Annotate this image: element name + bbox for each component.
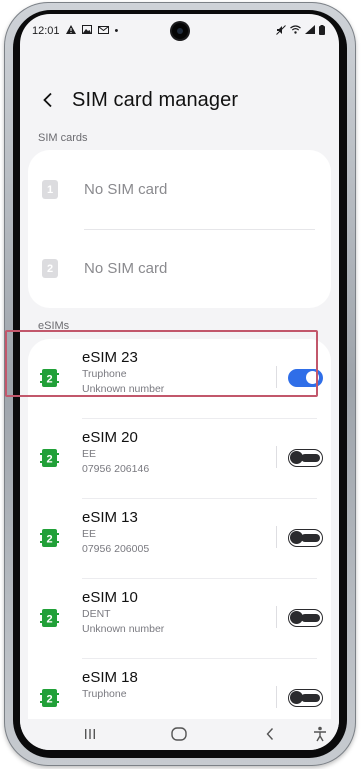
esim-row-23[interactable]: 2 eSIM 23 Truphone Unknown number xyxy=(28,339,331,418)
svg-text:2: 2 xyxy=(46,454,52,466)
esim-chip-icon: 2 xyxy=(40,529,59,547)
toggle-track xyxy=(301,614,320,622)
esim-text: eSIM 10 DENT Unknown number xyxy=(82,589,164,637)
accessibility-button[interactable] xyxy=(308,723,332,745)
esim-name: eSIM 20 xyxy=(82,429,138,446)
esim-number: 07956 206005 xyxy=(82,543,150,555)
esim-chip-icon: 2 xyxy=(40,689,59,707)
toggle-knob xyxy=(290,531,303,544)
esim-text: eSIM 23 Truphone Unknown number xyxy=(82,349,164,397)
row-separator xyxy=(276,606,277,628)
svg-text:2: 2 xyxy=(46,694,52,706)
chevron-left-icon xyxy=(43,92,52,108)
esim-chip-icon: 2 xyxy=(40,449,59,467)
home-button[interactable] xyxy=(167,723,191,745)
toggle-knob xyxy=(306,371,319,384)
status-right xyxy=(276,24,325,38)
wifi-icon xyxy=(290,25,301,37)
back-nav-icon xyxy=(266,728,274,740)
recents-icon xyxy=(85,729,95,739)
sim-cards-card: 1 No SIM card 2 No SIM card xyxy=(28,150,331,308)
back-nav-button[interactable] xyxy=(258,723,282,745)
esim-number: Unknown number xyxy=(82,623,165,635)
toggle-knob xyxy=(290,691,303,704)
esim-toggle[interactable] xyxy=(288,689,323,707)
esim-name: eSIM 18 xyxy=(82,669,138,686)
app-header: SIM card manager xyxy=(20,80,339,120)
esim-toggle[interactable] xyxy=(288,529,323,547)
mute-icon xyxy=(276,24,286,38)
esim-text: eSIM 18 Truphone xyxy=(82,669,138,702)
front-camera xyxy=(171,23,188,39)
sim-slot-1-row[interactable]: 1 No SIM card xyxy=(28,150,331,229)
esim-toggle[interactable] xyxy=(288,369,323,387)
sim-cards-section-label: SIM cards xyxy=(38,132,88,144)
esim-carrier: Truphone xyxy=(82,368,127,380)
navigation-bar xyxy=(20,719,339,750)
esim-name: eSIM 13 xyxy=(82,509,138,526)
home-icon xyxy=(171,727,187,741)
esim-row-18[interactable]: 2 eSIM 18 Truphone xyxy=(28,659,331,719)
row-separator xyxy=(276,446,277,468)
row-separator xyxy=(276,686,277,708)
accessibility-icon xyxy=(314,726,326,742)
esim-name: eSIM 10 xyxy=(82,589,138,606)
toggle-knob xyxy=(290,451,303,464)
svg-text:2: 2 xyxy=(46,374,52,386)
toggle-knob xyxy=(290,611,303,624)
toggle-track xyxy=(301,534,320,542)
esim-text: eSIM 20 EE 07956 206146 xyxy=(82,429,149,477)
row-separator xyxy=(276,526,277,548)
row-separator xyxy=(276,366,277,388)
esim-text: eSIM 13 EE 07956 206005 xyxy=(82,509,149,557)
esim-toggle[interactable] xyxy=(288,609,323,627)
esim-row-20[interactable]: 2 eSIM 20 EE 07956 206146 xyxy=(28,419,331,498)
esim-carrier: Truphone xyxy=(82,688,127,700)
esim-carrier: EE xyxy=(82,448,97,460)
esim-row-13[interactable]: 2 eSIM 13 EE 07956 206005 xyxy=(28,499,331,578)
sim-slot-2-row[interactable]: 2 No SIM card xyxy=(28,229,331,308)
sim-slot-1-label: No SIM card xyxy=(84,181,168,198)
svg-text:2: 2 xyxy=(46,614,52,626)
esim-list: 2 eSIM 23 Truphone Unknown number 2 eSIM… xyxy=(28,339,331,719)
screen: 12:01 • SIM card manager SIM cards 1 No … xyxy=(20,14,339,750)
battery-icon xyxy=(319,24,325,38)
page-title: SIM card manager xyxy=(72,88,239,111)
mail-icon xyxy=(97,25,109,37)
esim-row-10[interactable]: 2 eSIM 10 DENT Unknown number xyxy=(28,579,331,658)
signal-icon xyxy=(305,25,315,37)
esim-carrier: EE xyxy=(82,528,97,540)
warning-icon xyxy=(65,25,76,37)
sim-slot-2-icon: 2 xyxy=(42,259,58,278)
recents-button[interactable] xyxy=(78,723,102,745)
esim-number: 07956 206146 xyxy=(82,463,150,475)
esim-chip-icon: 2 xyxy=(40,609,59,627)
toggle-track xyxy=(301,454,320,462)
toggle-track xyxy=(301,694,320,702)
status-dot: • xyxy=(114,25,119,37)
esim-number: Unknown number xyxy=(82,383,165,395)
sim-slot-1-icon: 1 xyxy=(42,180,58,199)
svg-text:2: 2 xyxy=(46,534,52,546)
esims-section-label: eSIMs xyxy=(38,320,70,332)
esim-carrier: DENT xyxy=(82,608,111,620)
status-left: 12:01 • xyxy=(32,25,118,37)
back-button[interactable] xyxy=(30,82,66,118)
esim-toggle[interactable] xyxy=(288,449,323,467)
esim-chip-icon: 2 xyxy=(40,369,59,387)
gallery-icon xyxy=(81,25,92,37)
sim-slot-2-label: No SIM card xyxy=(84,260,168,277)
status-time: 12:01 xyxy=(32,25,60,37)
esim-name: eSIM 23 xyxy=(82,349,138,366)
